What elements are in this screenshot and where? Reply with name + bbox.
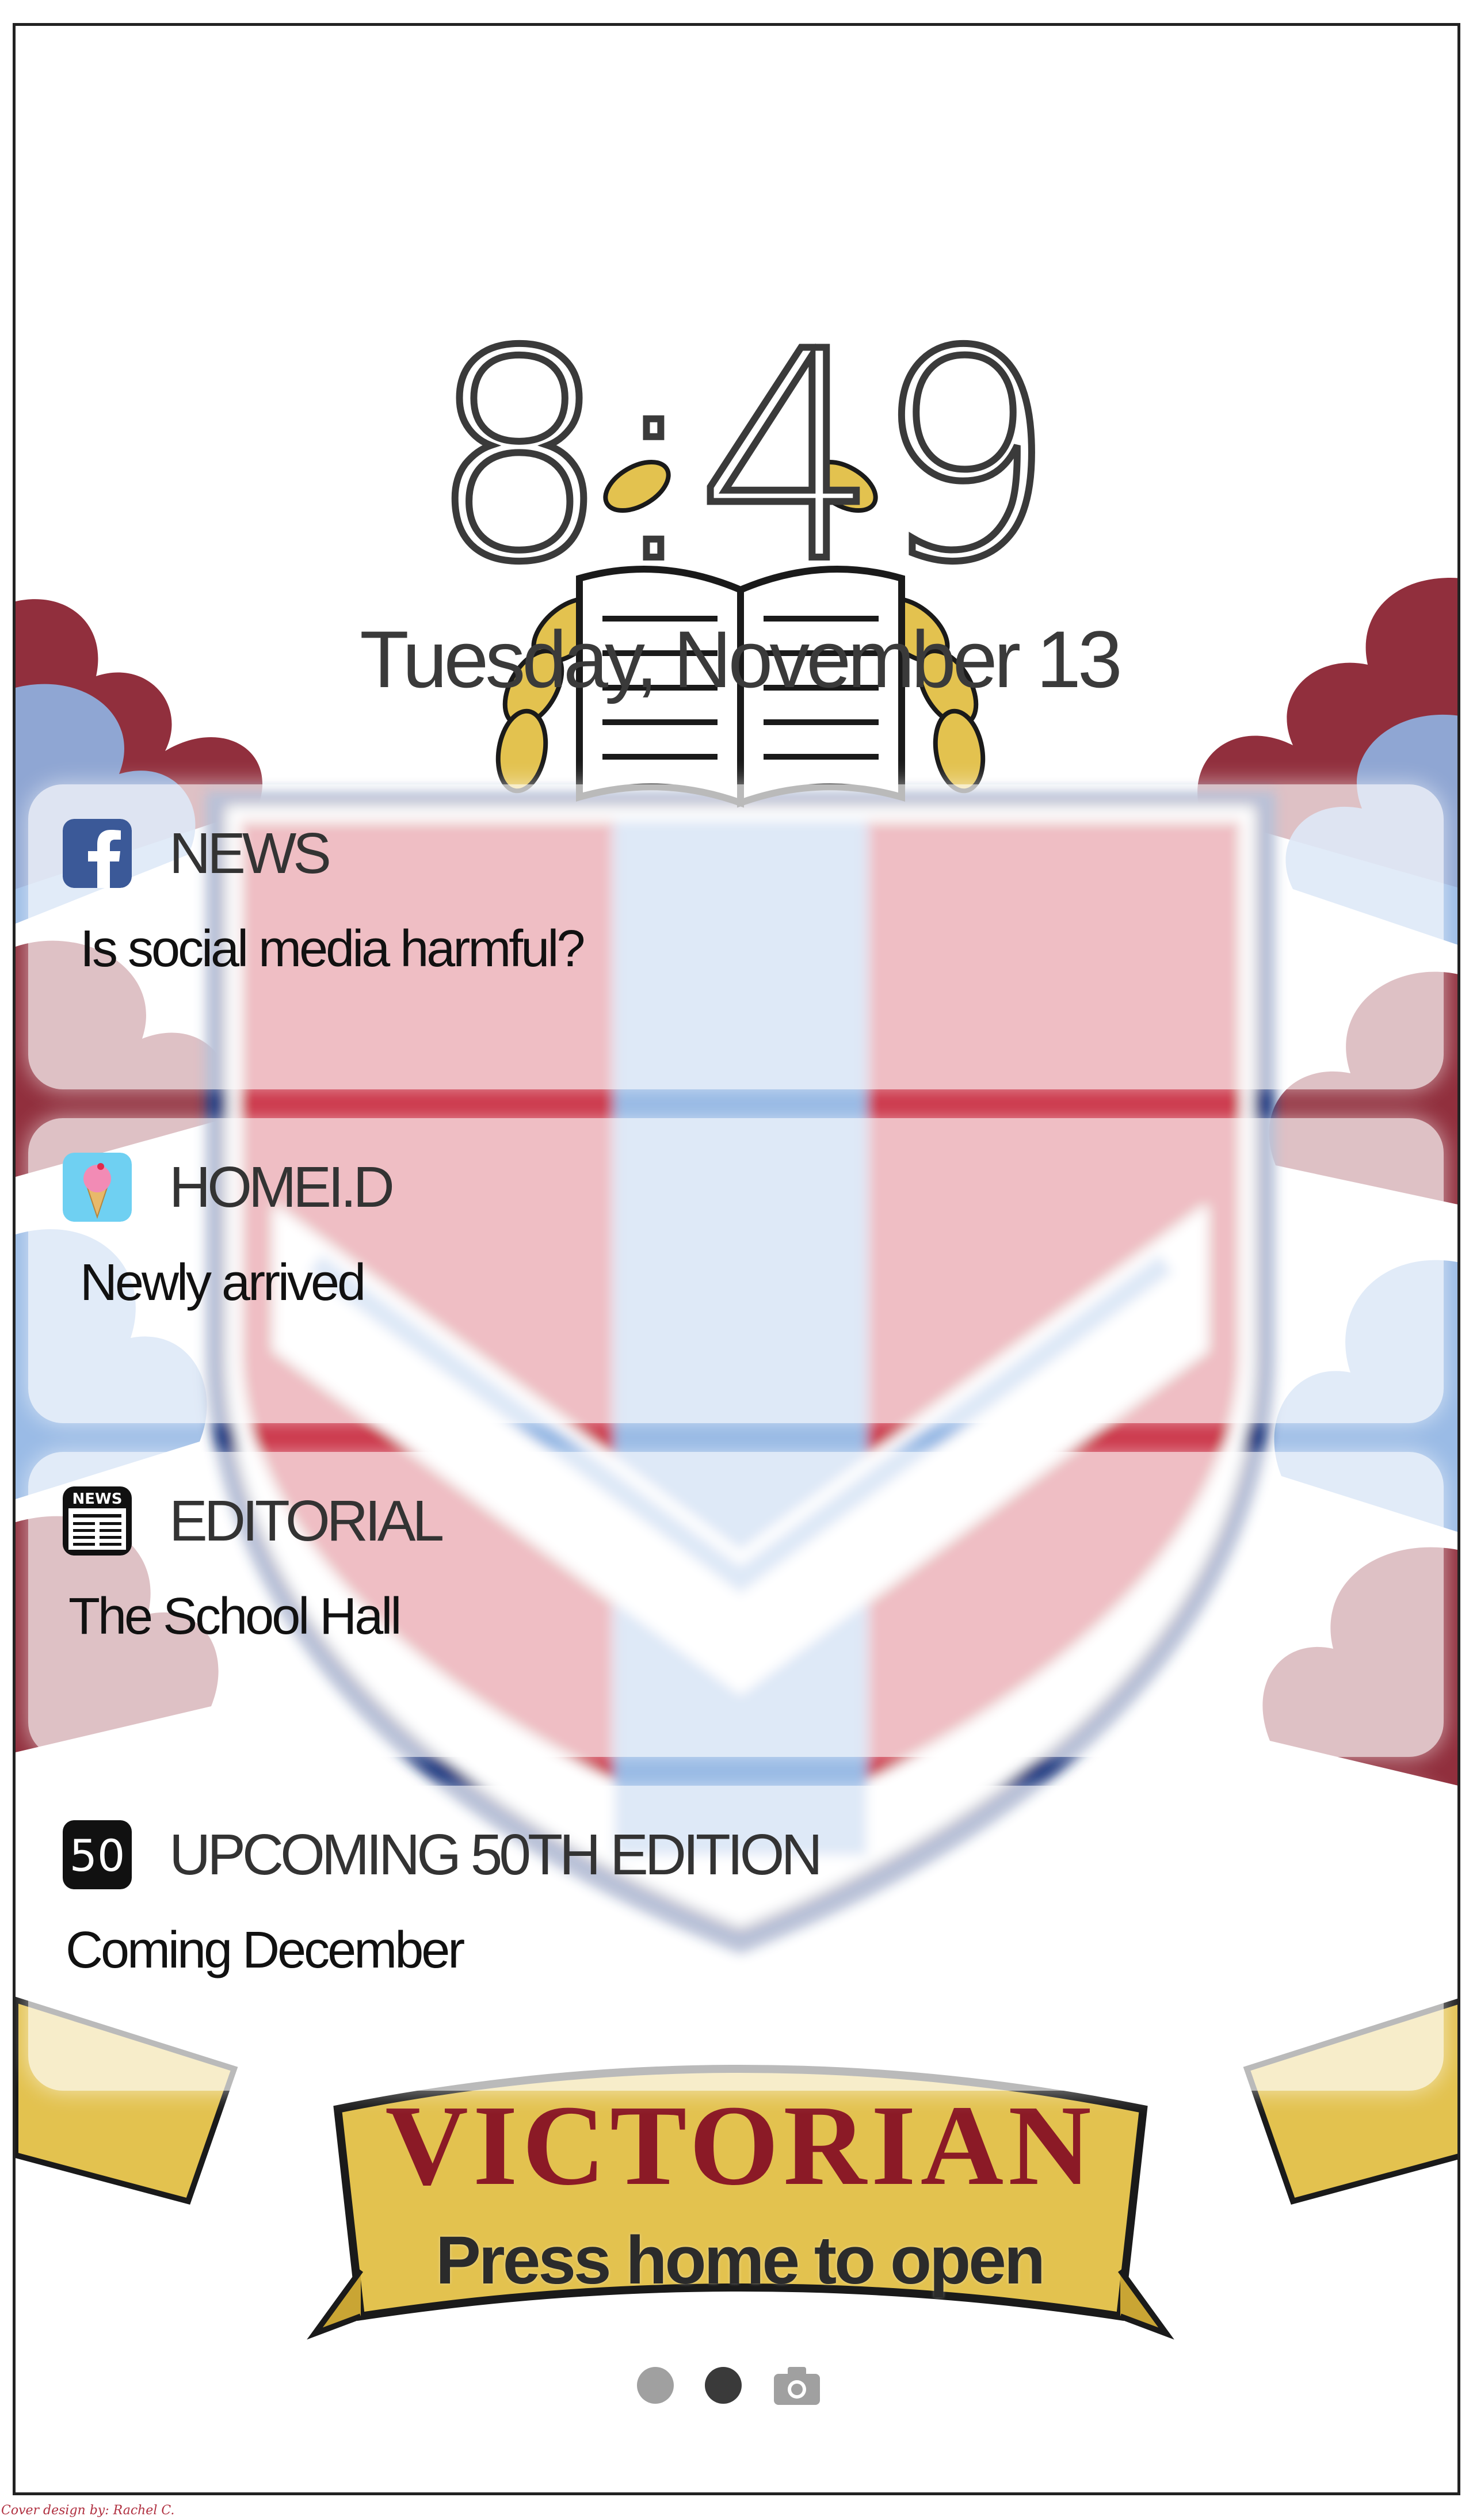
notification-card-news[interactable]: NEWS Is social media harmful? xyxy=(28,784,1444,1089)
ice-cream-icon xyxy=(63,1153,132,1222)
clock-time: 8:49 xyxy=(425,290,1060,625)
banner-text: VICTORIAN xyxy=(385,2082,1096,2209)
page-dot[interactable] xyxy=(637,2367,674,2404)
app-name: UPCOMING 50TH EDITION xyxy=(169,1823,823,1887)
page-indicator[interactable] xyxy=(637,2362,844,2408)
notification-card-50th-edition[interactable]: 50 UPCOMING 50TH EDITION Coming December xyxy=(28,1786,1444,2091)
notification-card-editorial[interactable]: NEWS EDITORIAL The School Hall xyxy=(28,1452,1444,1757)
lock-screen: VICTORIAN 8:49 Tuesday, November 13 NEWS… xyxy=(13,23,1460,2495)
fifty-icon: 50 xyxy=(63,1820,132,1889)
notification-card-homeid[interactable]: HOMEI.D Newly arrived xyxy=(28,1118,1444,1423)
press-home-prompt: Press home to open xyxy=(436,2222,1045,2298)
app-name: NEWS xyxy=(169,821,331,886)
svg-text:NEWS: NEWS xyxy=(72,1490,123,1508)
app-name: EDITORIAL xyxy=(169,1489,444,1553)
cover-credit: Cover design by: Rachel C. xyxy=(1,2503,175,2518)
notification-message: Is social media harmful? xyxy=(80,920,585,978)
svg-text:50: 50 xyxy=(70,1830,125,1881)
facebook-icon xyxy=(63,819,132,888)
notification-message: Coming December xyxy=(66,1922,465,1979)
newspaper-icon: NEWS xyxy=(63,1486,132,1556)
notification-message: The School Hall xyxy=(68,1588,402,1645)
camera-icon[interactable] xyxy=(773,2365,821,2406)
date-label: Tuesday, November 13 xyxy=(360,614,1123,704)
page-dot-active[interactable] xyxy=(705,2367,742,2404)
app-name: HOMEI.D xyxy=(169,1155,395,1219)
notification-message: Newly arrived xyxy=(80,1254,366,1312)
